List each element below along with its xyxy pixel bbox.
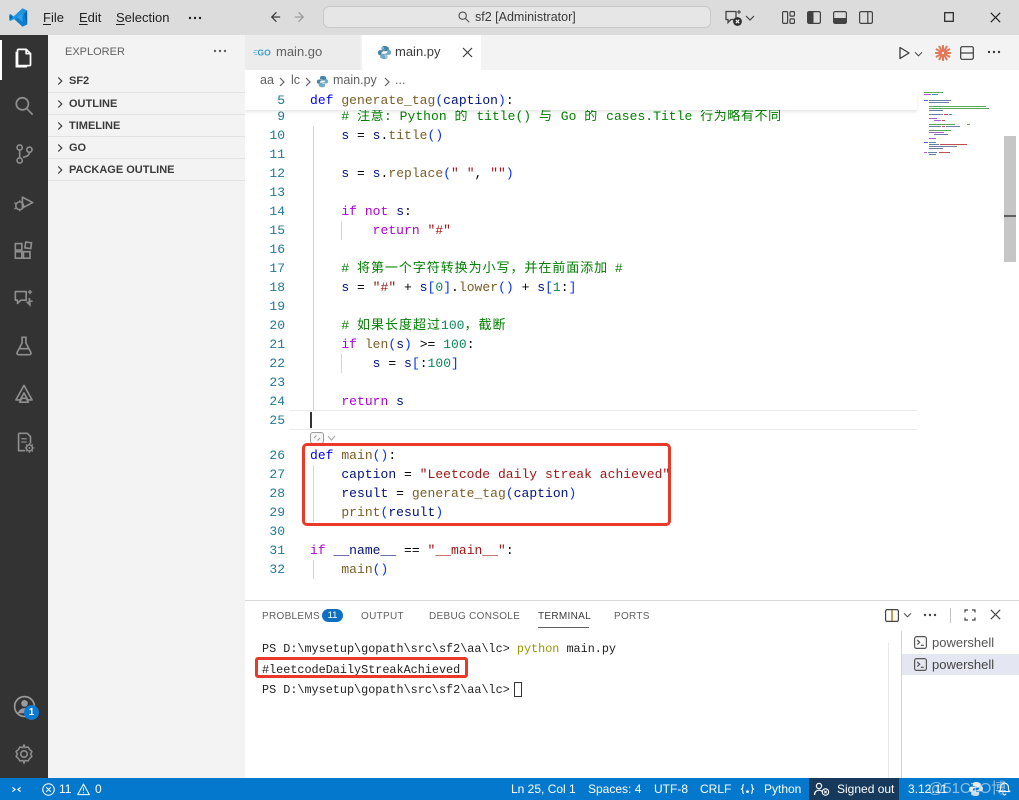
svg-text:GO: GO (258, 48, 272, 58)
